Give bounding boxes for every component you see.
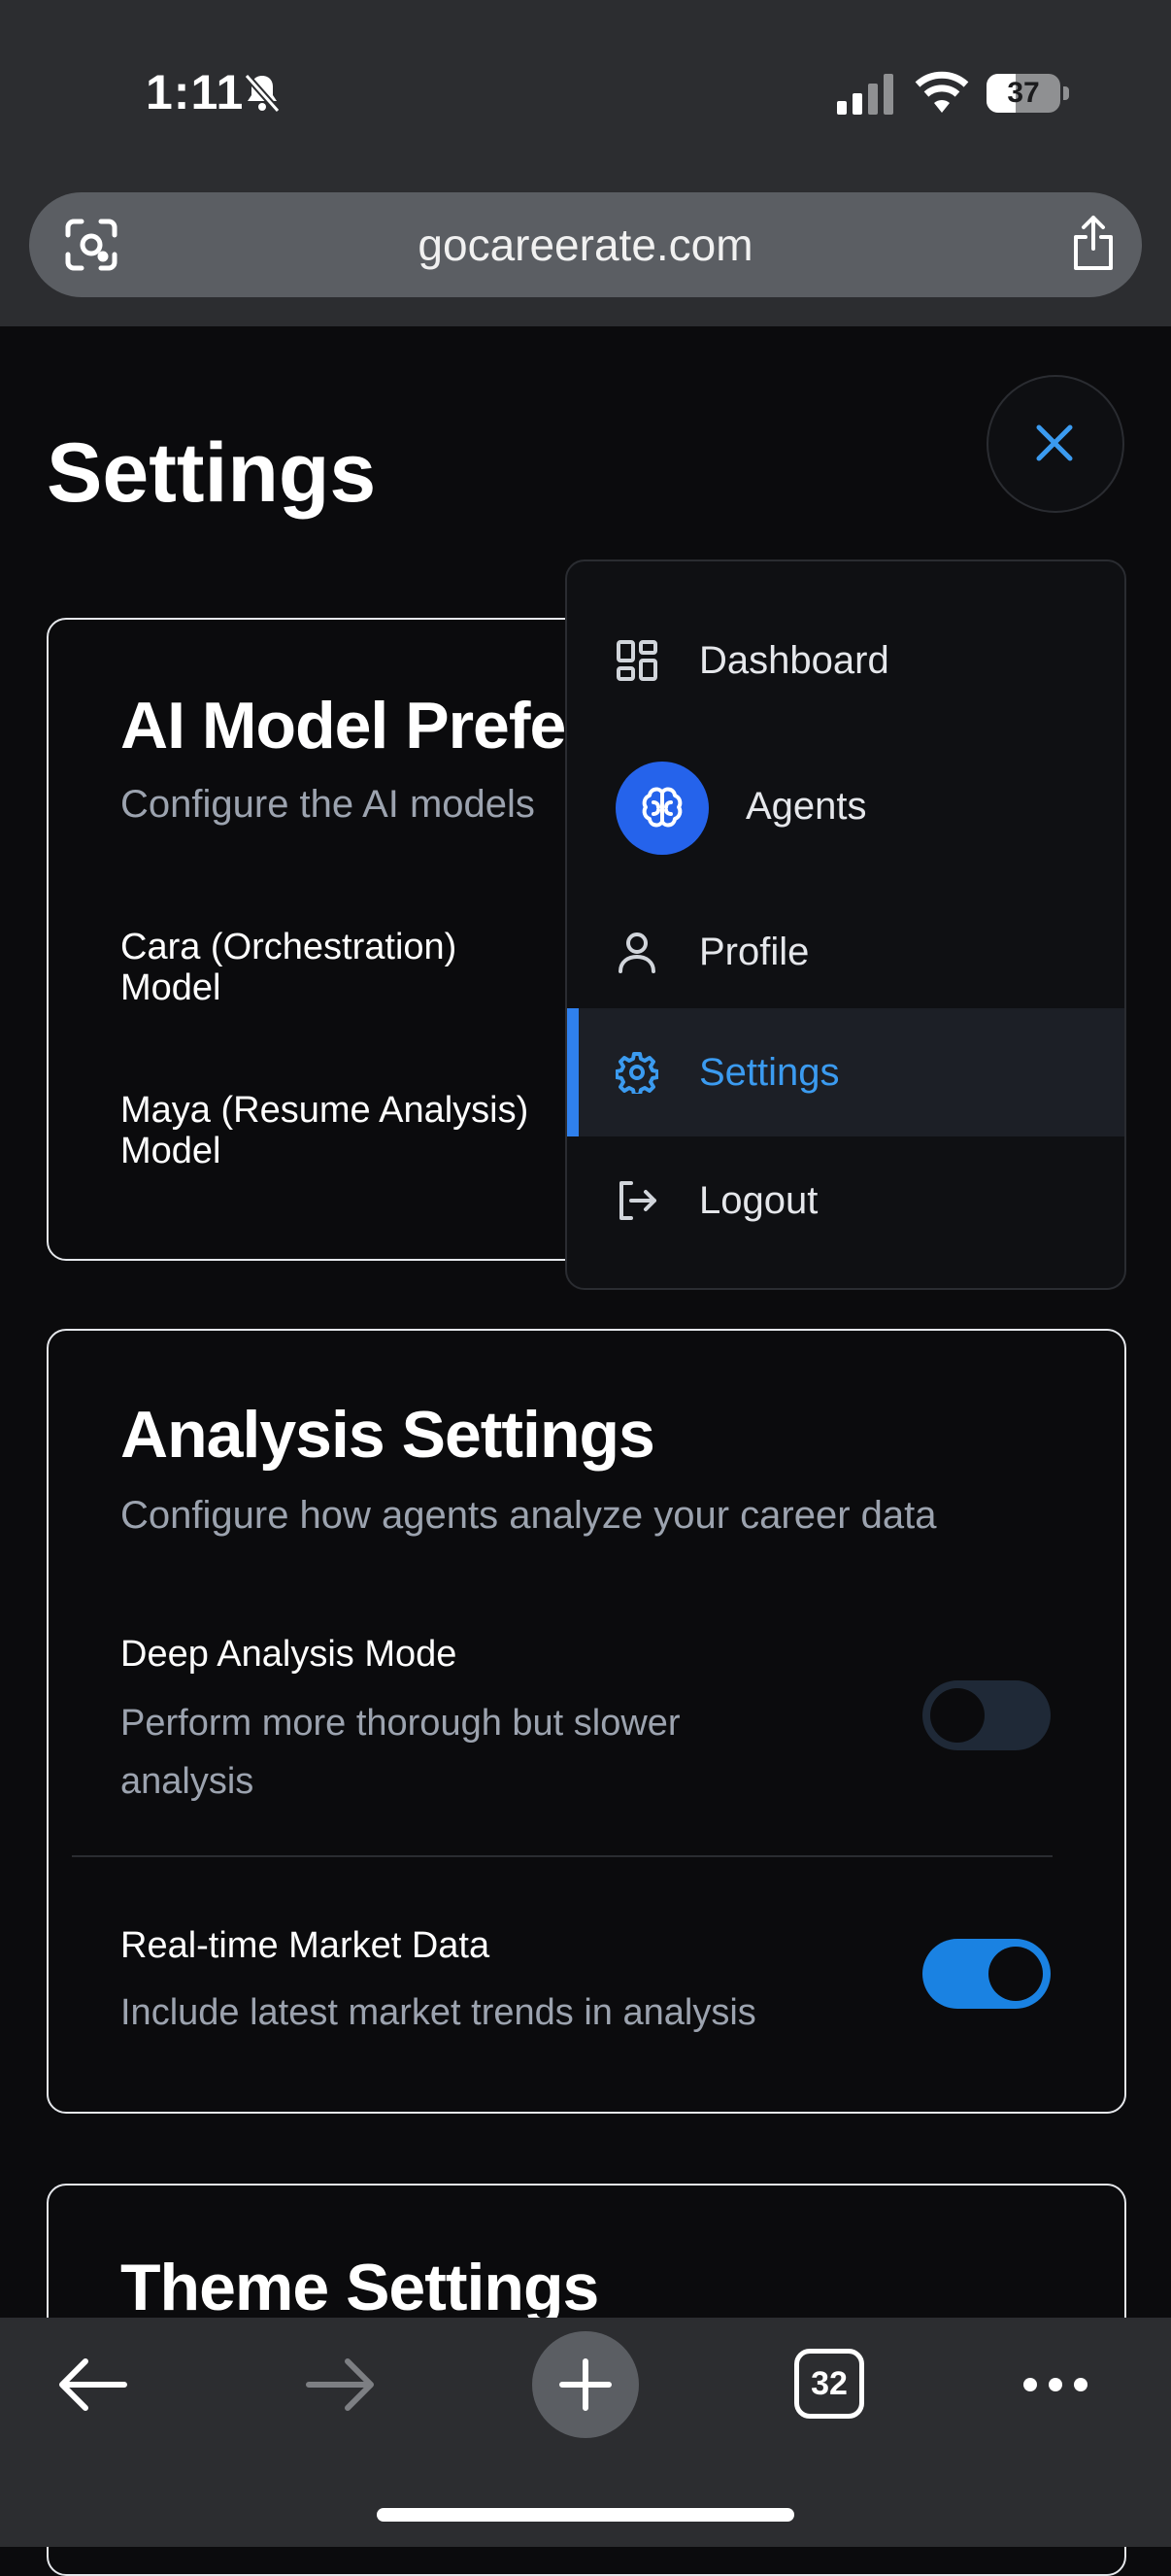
menu-item-label: Logout [699, 1179, 819, 1222]
cellular-signal-icon [837, 74, 895, 115]
menu-item-label: Profile [699, 931, 810, 973]
address-bar[interactable]: gocareerate.com [29, 192, 1142, 297]
cara-model-label: Cara (Orchestration) Model [120, 927, 457, 1008]
plus-icon [559, 2358, 612, 2411]
menu-item-dashboard[interactable]: Dashboard [567, 596, 1124, 725]
card-title: Theme Settings [120, 2251, 599, 2324]
close-menu-button[interactable] [987, 375, 1124, 513]
grid-icon [616, 639, 658, 682]
brain-icon [616, 762, 709, 855]
menu-item-agents[interactable]: Agents [567, 742, 1124, 870]
camera-lens-icon[interactable] [64, 218, 118, 272]
url-text[interactable]: gocareerate.com [29, 192, 1142, 297]
card-subtitle: Configure how agents analyze your career… [120, 1494, 937, 1537]
card-title: Analysis Settings [120, 1398, 655, 1472]
deep-analysis-label: Deep Analysis Mode [120, 1634, 457, 1675]
battery-level: 37 [1007, 77, 1040, 109]
menu-item-label: Agents [746, 785, 867, 828]
market-data-label: Real-time Market Data [120, 1925, 490, 1966]
menu-item-label: Settings [699, 1051, 840, 1094]
menu-item-logout[interactable]: Logout [567, 1136, 1124, 1265]
deep-analysis-description: Perform more thorough but slower analysi… [120, 1703, 681, 1802]
status-time: 1:11 [146, 65, 245, 119]
bell-slash-icon [239, 70, 285, 117]
divider [72, 1855, 1053, 1857]
new-tab-button[interactable] [532, 2331, 639, 2438]
deep-analysis-toggle[interactable] [922, 1680, 1051, 1750]
home-indicator [377, 2508, 794, 2522]
tab-count-button[interactable]: 32 [794, 2349, 864, 2419]
wifi-icon [913, 70, 971, 115]
card-subtitle: Configure the AI models [120, 783, 535, 826]
menu-item-settings[interactable]: Settings [567, 1008, 1124, 1136]
active-indicator [567, 1008, 579, 1136]
forward-arrow-icon[interactable] [301, 2351, 379, 2419]
user-icon [616, 931, 658, 973]
page-title: Settings [47, 426, 377, 520]
maya-model-label: Maya (Resume Analysis) Model [120, 1090, 529, 1171]
menu-item-profile[interactable]: Profile [567, 888, 1124, 1016]
more-icon[interactable] [1021, 2370, 1089, 2399]
logout-icon [616, 1179, 658, 1222]
back-arrow-icon[interactable] [54, 2351, 132, 2419]
gear-icon [615, 1051, 659, 1097]
menu-item-label: Dashboard [699, 639, 889, 682]
share-icon[interactable] [1070, 214, 1117, 272]
nav-dropdown-menu: Dashboard Agents Profile Settings Logout [565, 559, 1126, 1290]
market-data-toggle[interactable] [922, 1939, 1051, 2009]
close-icon [1036, 424, 1073, 461]
market-data-description: Include latest market trends in analysis [120, 1992, 756, 2033]
battery-icon: 37 [987, 74, 1069, 117]
